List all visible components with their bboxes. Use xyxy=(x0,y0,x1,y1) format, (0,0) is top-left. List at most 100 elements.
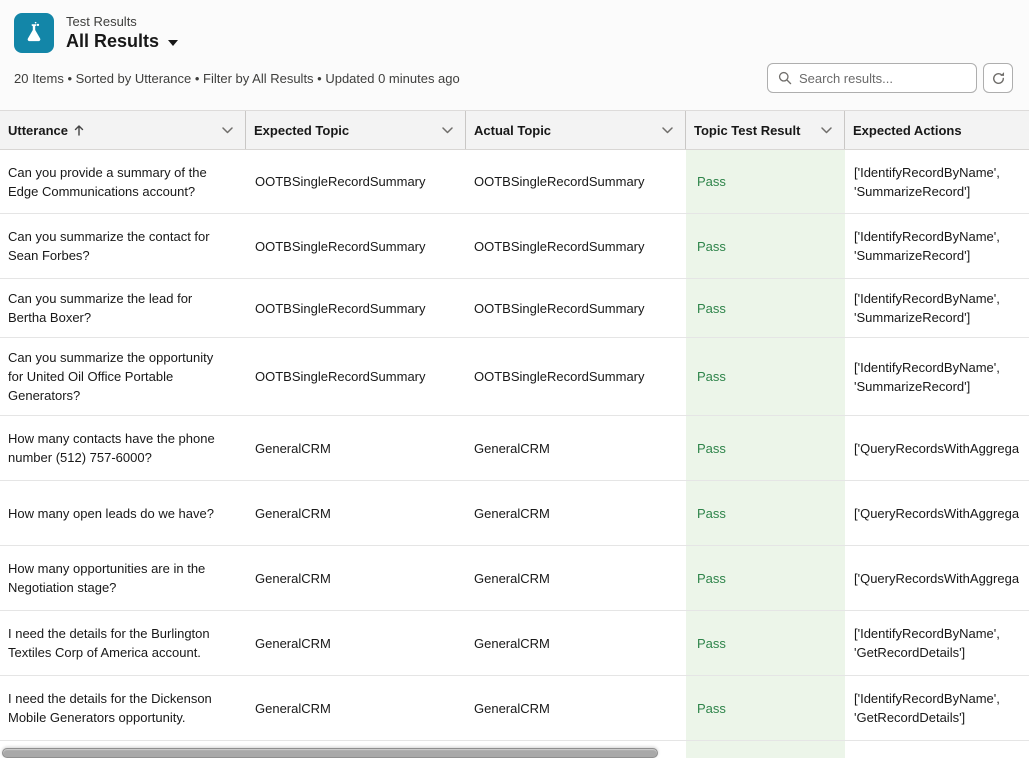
expected-actions-cell-value: ['QueryRecordsWithAggrega xyxy=(854,569,1019,588)
topic-test-result-cell-value: Pass xyxy=(697,569,726,588)
expected-topic-cell: GeneralCRM xyxy=(246,546,466,610)
expected-actions-cell: ['IdentifyRecordByName', 'SummarizeRecor… xyxy=(845,279,1029,337)
topic-test-result-cell-value: Pass xyxy=(697,299,726,318)
actual-topic-cell-value: OOTBSingleRecordSummary xyxy=(474,237,645,256)
topic-test-result-cell-value: Pass xyxy=(697,367,726,386)
expected-actions-cell: ['IdentifyRecordByName', xyxy=(845,741,1029,758)
column-header-label: Utterance xyxy=(8,123,68,138)
topic-test-result-cell xyxy=(686,741,845,758)
expected-topic-cell-value: GeneralCRM xyxy=(255,699,331,718)
chevron-down-icon[interactable] xyxy=(813,127,832,134)
test-results-page: Test Results All Results 20 Items • Sort… xyxy=(0,0,1029,758)
column-header-expected-actions[interactable]: Expected Actions xyxy=(845,111,1029,149)
actual-topic-cell-value: GeneralCRM xyxy=(474,439,550,458)
topic-test-result-cell-value: Pass xyxy=(697,439,726,458)
refresh-button[interactable] xyxy=(983,63,1013,93)
chevron-down-icon[interactable] xyxy=(654,127,673,134)
topic-test-result-cell: Pass xyxy=(686,611,845,675)
table-row: Can you summarize the contact for Sean F… xyxy=(0,214,1029,279)
expected-topic-cell-value: OOTBSingleRecordSummary xyxy=(255,172,426,191)
utterance-cell-value: How many open leads do we have? xyxy=(8,504,214,523)
actual-topic-cell-value: OOTBSingleRecordSummary xyxy=(474,172,645,191)
utterance-cell-value: How many contacts have the phone number … xyxy=(8,429,230,467)
view-label: All Results xyxy=(66,30,159,52)
column-header-topic-test-result[interactable]: Topic Test Result xyxy=(686,111,845,149)
table-row: Can you summarize the lead for Bertha Bo… xyxy=(0,279,1029,338)
expected-actions-cell: ['QueryRecordsWithAggrega xyxy=(845,481,1029,545)
column-header-label: Expected Topic xyxy=(254,123,349,138)
title-block: Test Results All Results xyxy=(66,14,178,52)
expected-topic-cell-value: OOTBSingleRecordSummary xyxy=(255,237,426,256)
expected-actions-cell-value: ['IdentifyRecordByName', 'GetRecordDetai… xyxy=(854,624,1029,662)
actual-topic-cell-value: OOTBSingleRecordSummary xyxy=(474,367,645,386)
expected-actions-cell-value: ['IdentifyRecordByName', 'SummarizeRecor… xyxy=(854,227,1029,265)
horizontal-scrollbar-thumb[interactable] xyxy=(2,748,658,758)
object-label: Test Results xyxy=(66,14,178,30)
expected-topic-cell-value: GeneralCRM xyxy=(255,569,331,588)
utterance-cell: Can you provide a summary of the Edge Co… xyxy=(0,150,246,213)
expected-actions-cell-value: ['QueryRecordsWithAggrega xyxy=(854,439,1019,458)
utterance-cell-value: Can you summarize the contact for Sean F… xyxy=(8,227,230,265)
expected-topic-cell-value: OOTBSingleRecordSummary xyxy=(255,299,426,318)
table-row: How many open leads do we have? GeneralCR… xyxy=(0,481,1029,546)
topic-test-result-cell: Pass xyxy=(686,416,845,480)
topic-test-result-cell-value: Pass xyxy=(697,237,726,256)
table-body: Can you provide a summary of the Edge Co… xyxy=(0,150,1029,758)
page-header-section: Test Results All Results 20 Items • Sort… xyxy=(0,0,1029,111)
utterance-cell: I need the details for the Dickenson Mob… xyxy=(0,676,246,740)
column-header-actual-topic[interactable]: Actual Topic xyxy=(466,111,686,149)
column-header-utterance[interactable]: Utterance xyxy=(0,111,246,149)
search-input[interactable] xyxy=(799,71,966,86)
expected-actions-cell: ['IdentifyRecordByName', 'GetRecordDetai… xyxy=(845,611,1029,675)
table-row: I need the details for the Burlington Te… xyxy=(0,611,1029,676)
expected-topic-cell: GeneralCRM xyxy=(246,481,466,545)
utterance-cell-value: Can you summarize the lead for Bertha Bo… xyxy=(8,289,230,327)
chevron-down-icon[interactable] xyxy=(214,127,233,134)
dropdown-caret-icon xyxy=(168,40,178,46)
actual-topic-cell-value: GeneralCRM xyxy=(474,569,550,588)
table-row: Can you provide a summary of the Edge Co… xyxy=(0,150,1029,214)
topic-test-result-cell: Pass xyxy=(686,676,845,740)
list-summary: 20 Items • Sorted by Utterance • Filter … xyxy=(14,71,460,86)
expected-actions-cell: ['QueryRecordsWithAggrega xyxy=(845,416,1029,480)
expected-topic-cell: GeneralCRM xyxy=(246,416,466,480)
column-header-label: Expected Actions xyxy=(853,123,962,138)
actual-topic-cell: GeneralCRM xyxy=(466,676,686,740)
list-view-selector[interactable]: All Results xyxy=(66,30,178,52)
expected-topic-cell: GeneralCRM xyxy=(246,611,466,675)
utterance-cell-value: How many opportunities are in the Negoti… xyxy=(8,559,230,597)
search-box[interactable] xyxy=(767,63,977,93)
actual-topic-cell-value: GeneralCRM xyxy=(474,699,550,718)
topic-test-result-cell: Pass xyxy=(686,481,845,545)
utterance-cell: Can you summarize the contact for Sean F… xyxy=(0,214,246,278)
utterance-cell-value: I need the details for the Dickenson Mob… xyxy=(8,689,230,727)
utterance-cell-value: Can you summarize the opportunity for Un… xyxy=(8,348,230,405)
flask-icon xyxy=(14,13,54,53)
expected-actions-cell: ['IdentifyRecordByName', 'SummarizeRecor… xyxy=(845,214,1029,278)
utterance-cell: How many open leads do we have? xyxy=(0,481,246,545)
expected-actions-cell: ['IdentifyRecordByName', 'SummarizeRecor… xyxy=(845,150,1029,213)
topic-test-result-cell: Pass xyxy=(686,214,845,278)
expected-actions-cell-value: ['IdentifyRecordByName', 'GetRecordDetai… xyxy=(854,689,1029,727)
expected-actions-cell: ['QueryRecordsWithAggrega xyxy=(845,546,1029,610)
chevron-down-icon[interactable] xyxy=(434,127,453,134)
expected-topic-cell: OOTBSingleRecordSummary xyxy=(246,150,466,213)
column-header-expected-topic[interactable]: Expected Topic xyxy=(246,111,466,149)
page-header: Test Results All Results xyxy=(0,0,1029,53)
topic-test-result-cell-value: Pass xyxy=(697,172,726,191)
expected-topic-cell-value: OOTBSingleRecordSummary xyxy=(255,367,426,386)
expected-actions-cell-value: ['IdentifyRecordByName', 'SummarizeRecor… xyxy=(854,163,1029,201)
utterance-cell: Can you summarize the lead for Bertha Bo… xyxy=(0,279,246,337)
column-header-label: Actual Topic xyxy=(474,123,551,138)
actual-topic-cell: OOTBSingleRecordSummary xyxy=(466,338,686,415)
utterance-cell-value: Can you provide a summary of the Edge Co… xyxy=(8,163,230,201)
topic-test-result-cell-value: Pass xyxy=(697,699,726,718)
topic-test-result-cell: Pass xyxy=(686,279,845,337)
utterance-cell-value: I need the details for the Burlington Te… xyxy=(8,624,230,662)
actual-topic-cell: OOTBSingleRecordSummary xyxy=(466,214,686,278)
expected-topic-cell-value: GeneralCRM xyxy=(255,634,331,653)
table-row: I need the details for the Dickenson Mob… xyxy=(0,676,1029,741)
actual-topic-cell: GeneralCRM xyxy=(466,481,686,545)
refresh-icon xyxy=(991,71,1006,86)
expected-topic-cell: GeneralCRM xyxy=(246,676,466,740)
